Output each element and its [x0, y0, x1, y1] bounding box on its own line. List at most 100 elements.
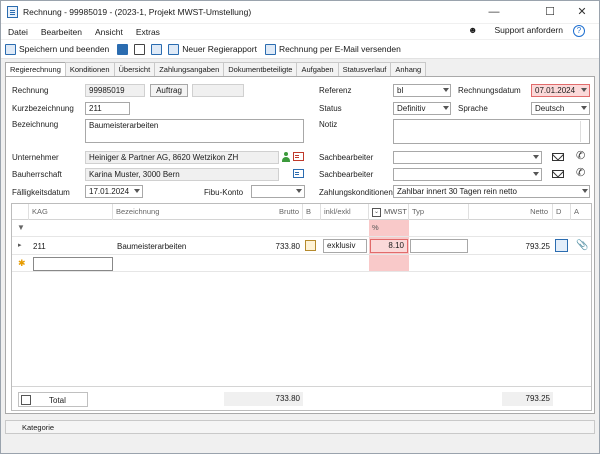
new-row-star-icon: ✱ — [18, 258, 26, 268]
menu-ansicht[interactable]: Ansicht — [95, 27, 123, 37]
filter-icon[interactable]: ▼ — [17, 223, 25, 232]
header-brutto[interactable]: Brutto — [224, 204, 303, 220]
sachb2-label: Sachbearbeiter — [319, 170, 374, 179]
minimize-button[interactable]: — — [479, 1, 509, 23]
help-icon[interactable]: ? — [573, 25, 585, 37]
rechnung-field[interactable]: 99985019 — [85, 84, 145, 97]
bezeichnung-field[interactable]: Baumeisterarbeiten — [85, 119, 304, 143]
fibu-select[interactable] — [251, 185, 305, 198]
tab-uebersicht[interactable]: Übersicht — [113, 62, 156, 76]
email-invoice-label: Rechnung per E-Mail versenden — [278, 44, 401, 54]
total-box: Total — [18, 392, 88, 407]
cell-brutto[interactable]: 733.80 — [262, 242, 300, 251]
header-inkl-exkl[interactable]: inkl/exkl — [321, 204, 369, 220]
auftrag-button[interactable]: Auftrag — [150, 84, 188, 97]
header-typ[interactable]: Typ — [409, 204, 469, 220]
unternehmer-label: Unternehmer — [12, 153, 59, 162]
header-a[interactable]: A — [571, 204, 591, 220]
total-brutto: 733.80 — [224, 392, 303, 406]
new-report-icon — [168, 43, 180, 55]
notiz-scrollbar[interactable] — [580, 121, 588, 142]
save-close-button[interactable]: Speichern und beenden — [5, 43, 109, 55]
header-mwst[interactable]: ⌄ MWST % — [369, 204, 409, 232]
form-panel: Rechnung 99985019 Auftrag Kurzbezeichnun… — [5, 76, 595, 414]
menu-datei[interactable]: Datei — [8, 27, 28, 37]
app-icon — [7, 6, 18, 18]
faellig-field[interactable]: 17.01.2024 — [85, 185, 143, 198]
auftrag-field[interactable] — [192, 84, 244, 97]
new-row[interactable]: ✱ — [12, 255, 591, 272]
notiz-field[interactable] — [393, 119, 590, 144]
cell-netto[interactable]: 793.25 — [492, 242, 550, 251]
document-icon[interactable] — [555, 239, 568, 252]
email-invoice-button[interactable]: Rechnung per E-Mail versenden — [264, 43, 401, 55]
address-card-icon[interactable] — [293, 152, 304, 161]
tab-statusverlauf[interactable]: Statusverlauf — [337, 62, 392, 76]
total-netto: 793.25 — [502, 392, 553, 406]
filter-row[interactable]: ▼ — [12, 220, 591, 237]
notiz-label: Notiz — [319, 120, 338, 129]
paperclip-icon[interactable]: 📎 — [576, 240, 588, 251]
grid-header: KAG Bezeichnung Brutto B inkl/exkl ⌄ MWST… — [12, 204, 591, 232]
tab-anhang[interactable]: Anhang — [390, 62, 427, 76]
menu-bearbeiten[interactable]: Bearbeiten — [41, 27, 82, 37]
calculator-icon — [21, 395, 31, 405]
row-indicator-icon: ▸ — [18, 242, 22, 249]
new-row-kag-input[interactable] — [33, 257, 113, 271]
tab-dokumentbeteiligte[interactable]: Dokumentbeteiligte — [223, 62, 298, 76]
phone-icon[interactable]: ✆ — [576, 149, 585, 162]
close-button[interactable]: ✕ — [567, 1, 597, 23]
zahlung-select[interactable]: Zahlbar innert 30 Tagen rein netto — [393, 185, 590, 198]
unternehmer-field[interactable]: Heiniger & Partner AG, 8620 Wetzikon ZH — [85, 151, 279, 164]
cell-bezeichnung[interactable]: Baumeisterarbeiten — [117, 242, 186, 251]
kurzbez-label: Kurzbezeichnung — [12, 104, 74, 113]
print-preview-icon[interactable] — [151, 43, 163, 55]
support-label: Support anfordern — [494, 25, 563, 35]
save-icon[interactable] — [117, 43, 129, 55]
sachb2-select[interactable] — [393, 168, 542, 181]
tab-aufgaben[interactable]: Aufgaben — [296, 62, 339, 76]
print-icon[interactable] — [134, 43, 146, 55]
cell-mwst[interactable]: 8.10 — [370, 239, 408, 253]
mail-icon[interactable] — [552, 170, 564, 178]
invoice-window: Rechnung - 99985019 - (2023-1, Projekt M… — [0, 0, 600, 454]
contact-card-icon[interactable] — [293, 169, 304, 178]
mail-icon[interactable] — [552, 153, 564, 161]
header-netto[interactable]: Netto — [469, 204, 553, 220]
cell-inkl-exkl[interactable]: exklusiv — [323, 239, 367, 253]
chevron-down-icon — [443, 88, 449, 92]
kurzbez-field[interactable]: 211 — [85, 102, 130, 115]
sachb1-select[interactable] — [393, 151, 542, 164]
rechnung-label: Rechnung — [12, 86, 49, 95]
status-label: Status — [319, 104, 342, 113]
tab-zahlungsangaben[interactable]: Zahlungsangaben — [154, 62, 225, 76]
kategorie-label[interactable]: Kategorie — [22, 423, 54, 432]
referenz-label: Referenz — [319, 86, 352, 95]
tab-konditionen[interactable]: Konditionen — [64, 62, 115, 76]
header-b[interactable]: B — [303, 204, 321, 220]
phone-icon[interactable]: ✆ — [576, 166, 585, 179]
maximize-button[interactable]: ☐ — [535, 1, 565, 23]
positions-grid: KAG Bezeichnung Brutto B inkl/exkl ⌄ MWST… — [11, 203, 592, 411]
window-title: Rechnung - 99985019 - (2023-1, Projekt M… — [23, 7, 252, 17]
support-button[interactable]: ☻ Support anfordern — [461, 25, 569, 35]
person-icon[interactable] — [282, 152, 290, 162]
table-row[interactable]: ▸ 211 Baumeisterarbeiten 733.80 exklusiv… — [12, 237, 591, 255]
cell-kag[interactable]: 211 — [33, 242, 46, 251]
menu-extras[interactable]: Extras — [136, 27, 160, 37]
bauherrschaft-field[interactable]: Karina Muster, 3000 Bern — [85, 168, 279, 181]
chevron-down-icon — [296, 189, 302, 193]
chevron-down-icon — [533, 155, 539, 159]
tab-regierechnung[interactable]: Regierechnung — [5, 62, 66, 77]
tab-bar: Regierechnung Konditionen Übersicht Zahl… — [5, 62, 427, 77]
cell-typ[interactable] — [410, 239, 468, 253]
header-rowselector — [12, 204, 29, 220]
support-agent-icon: ☻ — [467, 25, 478, 35]
header-d[interactable]: D — [553, 204, 571, 220]
edit-note-icon[interactable] — [305, 240, 316, 251]
new-report-button[interactable]: Neuer Regierapport — [168, 43, 257, 55]
total-label: Total — [49, 396, 66, 405]
toolbar: Speichern und beenden Neuer Regierapport… — [1, 40, 599, 59]
fibu-label: Fibu-Konto — [204, 188, 244, 197]
header-kag[interactable]: KAG — [29, 204, 113, 220]
